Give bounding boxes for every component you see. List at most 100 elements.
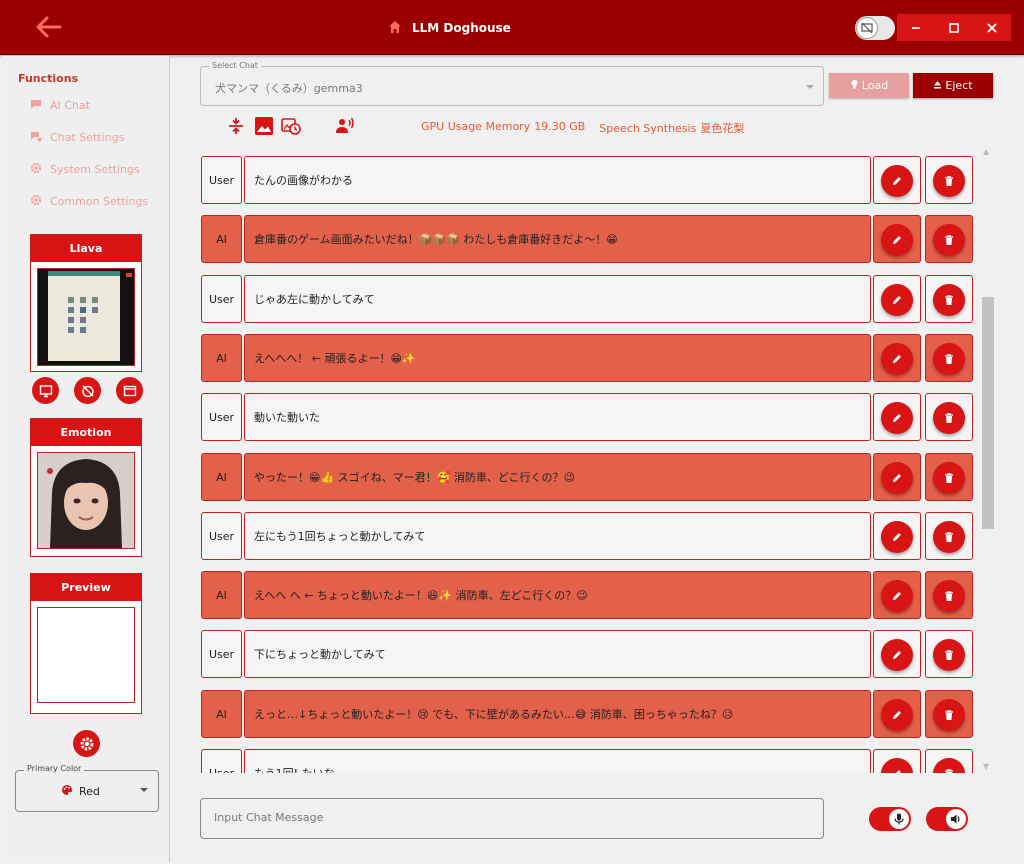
message-text: じゃあ左に動かしてみて bbox=[244, 275, 871, 323]
message-role: AI bbox=[201, 690, 242, 738]
pencil-icon bbox=[891, 291, 903, 310]
edit-button-box bbox=[873, 690, 921, 738]
message-role: AI bbox=[201, 571, 242, 619]
delete-message-button[interactable] bbox=[933, 758, 965, 773]
message-role: User bbox=[201, 749, 242, 773]
trash-icon bbox=[943, 231, 955, 250]
delete-message-button[interactable] bbox=[933, 521, 965, 553]
trash-icon bbox=[943, 350, 955, 369]
delete-button-box bbox=[925, 393, 973, 441]
message-role: User bbox=[201, 512, 242, 560]
pencil-icon bbox=[891, 231, 903, 250]
speaker-toggle[interactable] bbox=[926, 807, 968, 831]
edit-message-button[interactable] bbox=[881, 462, 913, 494]
chat-scrollbar[interactable] bbox=[982, 297, 994, 529]
delete-message-button[interactable] bbox=[933, 699, 965, 731]
chat-input-field[interactable] bbox=[200, 798, 824, 839]
edit-message-button[interactable] bbox=[881, 402, 913, 434]
message-role: AI bbox=[201, 215, 242, 263]
primary-color-select[interactable]: Primary Color Red bbox=[15, 764, 159, 812]
edit-button-box bbox=[873, 393, 921, 441]
pencil-icon bbox=[891, 469, 903, 488]
trash-icon bbox=[943, 409, 955, 428]
delete-button-box bbox=[925, 512, 973, 560]
pencil-icon bbox=[891, 409, 903, 428]
trash-icon bbox=[943, 646, 955, 665]
delete-button-box bbox=[925, 630, 973, 678]
message-role: User bbox=[201, 630, 242, 678]
speaker-icon bbox=[946, 809, 966, 829]
edit-button-box bbox=[873, 571, 921, 619]
trash-icon bbox=[943, 528, 955, 547]
edit-button-box bbox=[873, 215, 921, 263]
delete-message-button[interactable] bbox=[933, 224, 965, 256]
edit-message-button[interactable] bbox=[881, 639, 913, 671]
delete-message-button[interactable] bbox=[933, 462, 965, 494]
edit-message-button[interactable] bbox=[881, 224, 913, 256]
delete-message-button[interactable] bbox=[933, 402, 965, 434]
microphone-icon bbox=[889, 809, 909, 829]
scroll-down-arrow[interactable]: ▼ bbox=[983, 762, 989, 771]
delete-button-box bbox=[925, 749, 973, 773]
pencil-icon bbox=[891, 528, 903, 547]
pencil-icon bbox=[891, 172, 903, 191]
edit-button-box bbox=[873, 156, 921, 204]
delete-message-button[interactable] bbox=[933, 165, 965, 197]
trash-icon bbox=[943, 587, 955, 606]
delete-button-box bbox=[925, 334, 973, 382]
pencil-icon bbox=[891, 646, 903, 665]
message-text: 倉庫番のゲーム画面みたいだね！📦📦📦 わたしも倉庫番好きだよ〜！😁 bbox=[244, 215, 871, 263]
primary-color-value: Red bbox=[61, 784, 100, 799]
pencil-icon bbox=[891, 706, 903, 725]
message-text: 下にちょっと動かしてみて bbox=[244, 630, 871, 678]
edit-button-box bbox=[873, 630, 921, 678]
trash-icon bbox=[943, 706, 955, 725]
microphone-toggle[interactable] bbox=[869, 807, 911, 831]
delete-button-box bbox=[925, 156, 973, 204]
edit-message-button[interactable] bbox=[881, 521, 913, 553]
trash-icon bbox=[943, 469, 955, 488]
chevron-down-icon bbox=[140, 788, 148, 792]
scroll-up-arrow[interactable]: ▲ bbox=[983, 147, 989, 156]
message-text: えっと…↓ちょっと動いたよー！😢 でも、下に壁があるみたい…😅 消防車、困っちゃ… bbox=[244, 690, 871, 738]
message-text: やったー！😁👍 スゴイね、マー君！🥰 消防車、どこ行くの？😉 bbox=[244, 453, 871, 501]
message-role: AI bbox=[201, 334, 242, 382]
edit-message-button[interactable] bbox=[881, 580, 913, 612]
trash-icon bbox=[943, 291, 955, 310]
pencil-icon bbox=[891, 587, 903, 606]
edit-message-button[interactable] bbox=[881, 699, 913, 731]
delete-message-button[interactable] bbox=[933, 343, 965, 375]
delete-button-box bbox=[925, 275, 973, 323]
chat-input[interactable] bbox=[214, 811, 804, 824]
delete-message-button[interactable] bbox=[933, 639, 965, 671]
delete-button-box bbox=[925, 690, 973, 738]
trash-icon bbox=[943, 765, 955, 773]
message-text: えへへへ！ ← 頑張るよー！😁✨ bbox=[244, 334, 871, 382]
message-text: 動いた動いた bbox=[244, 393, 871, 441]
edit-message-button[interactable] bbox=[881, 284, 913, 316]
edit-button-box bbox=[873, 749, 921, 773]
delete-message-button[interactable] bbox=[933, 284, 965, 316]
edit-message-button[interactable] bbox=[881, 165, 913, 197]
edit-message-button[interactable] bbox=[881, 758, 913, 773]
message-role: User bbox=[201, 156, 242, 204]
delete-button-box bbox=[925, 571, 973, 619]
delete-message-button[interactable] bbox=[933, 580, 965, 612]
pencil-icon bbox=[891, 350, 903, 369]
pencil-icon bbox=[891, 765, 903, 773]
message-text: 左にもう1回ちょっと動かしてみて bbox=[244, 512, 871, 560]
delete-button-box bbox=[925, 215, 973, 263]
message-text: たんの画像がわかる bbox=[244, 156, 871, 204]
message-role: AI bbox=[201, 453, 242, 501]
edit-button-box bbox=[873, 453, 921, 501]
edit-button-box bbox=[873, 334, 921, 382]
palette-icon bbox=[61, 784, 73, 799]
edit-message-button[interactable] bbox=[881, 343, 913, 375]
message-text: えへへ へ ← ちょっと動いたよー！😆✨ 消防車、左どこ行くの？😉 bbox=[244, 571, 871, 619]
edit-button-box bbox=[873, 275, 921, 323]
message-role: User bbox=[201, 393, 242, 441]
message-role: User bbox=[201, 275, 242, 323]
edit-button-box bbox=[873, 512, 921, 560]
delete-button-box bbox=[925, 453, 973, 501]
chat-message-list: User たんの画像がわかる AI 倉庫番のゲーム画面みたいだね！📦📦📦 わたしも倉庫… bbox=[0, 0, 1000, 773]
